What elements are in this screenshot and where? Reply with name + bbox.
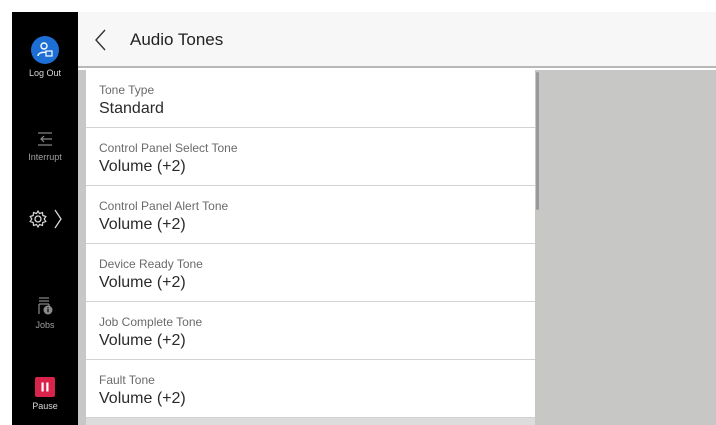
list-item-tone-type[interactable]: Tone Type Standard [86, 70, 535, 128]
list-item-control-panel-alert-tone[interactable]: Control Panel Alert Tone Volume (+2) [86, 186, 535, 244]
item-label: Job Complete Tone [99, 315, 203, 329]
item-value: Volume (+2) [99, 158, 186, 175]
item-value: Volume (+2) [99, 274, 186, 291]
content-area: Tone Type Standard Control Panel Select … [78, 70, 716, 425]
item-value: Standard [99, 100, 164, 117]
chevron-right-icon [54, 209, 62, 229]
gear-icon [29, 209, 47, 229]
user-logout-icon [31, 36, 59, 64]
item-label: Fault Tone [99, 373, 155, 387]
item-value: Volume (+2) [99, 332, 186, 349]
pause-label: Pause [32, 401, 58, 411]
item-value: Volume (+2) [99, 216, 186, 233]
item-label: Tone Type [99, 83, 155, 97]
header: Audio Tones [78, 12, 716, 68]
page-title: Audio Tones [130, 30, 224, 49]
device-settings-button[interactable] [12, 208, 78, 230]
chevron-left-icon [95, 29, 106, 51]
list-item-job-complete-tone[interactable]: Job Complete Tone Volume (+2) [86, 302, 535, 360]
scrollbar-thumb[interactable] [536, 72, 539, 210]
item-label: Device Ready Tone [99, 257, 203, 271]
interrupt-icon [38, 132, 52, 146]
list-item-control-panel-select-tone[interactable]: Control Panel Select Tone Volume (+2) [86, 128, 535, 186]
log-out-label: Log Out [28, 68, 62, 78]
item-label: Control Panel Select Tone [99, 141, 238, 155]
interrupt-label: Interrupt [28, 152, 62, 162]
settings-list: Tone Type Standard Control Panel Select … [86, 70, 535, 425]
item-value: Volume (+2) [99, 390, 186, 407]
sidebar: Log Out Interrupt Jobs Pause [12, 12, 78, 425]
log-out-button[interactable]: Log Out [12, 36, 78, 79]
jobs-icon [38, 297, 53, 315]
pause-icon [35, 377, 55, 397]
jobs-label: Jobs [35, 320, 55, 330]
jobs-button[interactable]: Jobs [12, 296, 78, 331]
pause-button[interactable]: Pause [12, 377, 78, 412]
interrupt-button[interactable]: Interrupt [12, 130, 78, 163]
item-label: Control Panel Alert Tone [99, 199, 229, 213]
back-button[interactable] [92, 28, 110, 52]
list-item-fault-tone[interactable]: Fault Tone Volume (+2) [86, 360, 535, 418]
list-item-device-ready-tone[interactable]: Device Ready Tone Volume (+2) [86, 244, 535, 302]
